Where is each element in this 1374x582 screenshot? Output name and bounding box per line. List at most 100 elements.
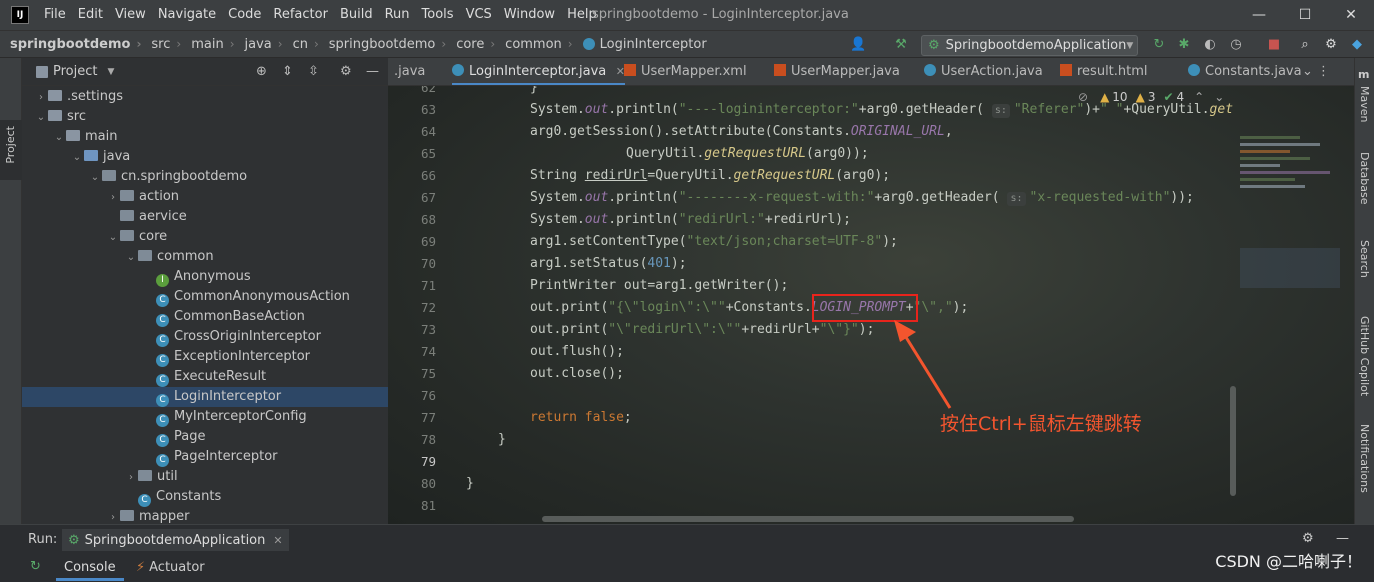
profile-icon[interactable]: ◷: [1228, 37, 1244, 53]
close-icon[interactable]: ✕: [273, 534, 282, 547]
chevron-down-icon[interactable]: ⌄: [1214, 90, 1224, 104]
editor-tab-result-html[interactable]: result.html: [1060, 58, 1148, 85]
chevron-down-icon[interactable]: ⌄: [124, 248, 138, 268]
tree-item-util[interactable]: › util: [22, 467, 388, 487]
tree-item-commonbaseaction[interactable]: C CommonBaseAction: [22, 307, 388, 327]
tree-item-executeresult[interactable]: C ExecuteResult: [22, 367, 388, 387]
build-hammer-icon[interactable]: ⚒: [893, 37, 909, 53]
maven-tool-button[interactable]: Maven: [1358, 86, 1371, 122]
coverage-icon[interactable]: ◐: [1202, 37, 1218, 53]
database-tool-button[interactable]: Database: [1358, 152, 1371, 205]
collapse-all-icon[interactable]: ⇳: [308, 64, 319, 79]
tree-item-anonymous[interactable]: I Anonymous: [22, 267, 388, 287]
user-icon[interactable]: 👤: [850, 37, 866, 53]
reader-mode-icon[interactable]: ⊘: [1078, 90, 1088, 104]
tree-item-logininterceptor[interactable]: C LoginInterceptor: [22, 387, 388, 407]
search-icon[interactable]: ⌕: [1297, 37, 1313, 53]
rerun-icon[interactable]: ↻: [1151, 37, 1167, 53]
console-tab[interactable]: Console: [56, 555, 124, 581]
search-tool-button[interactable]: Search: [1358, 240, 1371, 278]
chevron-right-icon[interactable]: ›: [106, 508, 120, 524]
tree-item-action[interactable]: › action: [22, 187, 388, 207]
inspection-widget[interactable]: ⊘ ▲ 10 ▲ 3 ✔ 4 ⌃ ⌄: [1078, 90, 1224, 104]
tree-item-crossorigininterceptor[interactable]: C CrossOriginInterceptor: [22, 327, 388, 347]
settings-gear-icon[interactable]: ⚙: [1302, 531, 1314, 546]
chevron-down-icon[interactable]: ⌄: [70, 148, 84, 168]
tree-item-commonanonymousaction[interactable]: C CommonAnonymousAction: [22, 287, 388, 307]
tree-item-core[interactable]: ⌄ core: [22, 227, 388, 247]
chevron-right-icon[interactable]: ›: [106, 188, 120, 208]
breadcrumb-item[interactable]: cn ›: [283, 37, 319, 52]
chevron-right-icon[interactable]: ›: [34, 88, 48, 108]
horizontal-scrollbar[interactable]: [542, 516, 1074, 522]
editor-tab-usermapper-java[interactable]: UserMapper.java: [774, 58, 900, 85]
menu-view[interactable]: View: [109, 0, 152, 30]
expand-all-icon[interactable]: ⇕: [282, 64, 293, 79]
menu-code[interactable]: Code: [222, 0, 267, 30]
settings-gear-icon[interactable]: ⚙: [340, 64, 352, 79]
tree-item-pageinterceptor[interactable]: C PageInterceptor: [22, 447, 388, 467]
tree-item-settings[interactable]: › .settings: [22, 87, 388, 107]
menu-file[interactable]: File: [38, 0, 72, 30]
chevron-down-icon[interactable]: ▼: [107, 67, 114, 77]
github-copilot-tool-button[interactable]: GitHub Copilot: [1358, 316, 1371, 396]
menu-vcs[interactable]: VCS: [460, 0, 498, 30]
menu-refactor[interactable]: Refactor: [267, 0, 334, 30]
chevron-down-icon[interactable]: ⌄: [34, 108, 48, 128]
rerun-icon[interactable]: ↻: [30, 559, 41, 574]
notifications-tool-button[interactable]: Notifications: [1358, 424, 1371, 493]
close-button[interactable]: ✕: [1328, 0, 1374, 30]
maximize-button[interactable]: ☐: [1282, 0, 1328, 30]
editor-tab-constants-java[interactable]: Constants.java: [1188, 58, 1302, 85]
editor-tab-useraction-java[interactable]: UserAction.java: [924, 58, 1043, 85]
chevron-down-icon[interactable]: ⌄: [106, 228, 120, 248]
editor-tab-logininterceptor-java[interactable]: LoginInterceptor.java ✕: [452, 58, 625, 85]
menu-navigate[interactable]: Navigate: [152, 0, 222, 30]
stop-icon[interactable]: ■: [1266, 37, 1282, 53]
tree-item-common[interactable]: ⌄ common: [22, 247, 388, 267]
tree-item-main[interactable]: ⌄ main: [22, 127, 388, 147]
run-configuration-select[interactable]: ⚙ SpringbootdemoApplication ▼: [921, 35, 1138, 56]
menu-tools[interactable]: Tools: [416, 0, 460, 30]
tree-item-src[interactable]: ⌄ src: [22, 107, 388, 127]
tab-overflow-icon[interactable]: ⌄ ⋮: [1302, 58, 1330, 85]
locate-target-icon[interactable]: ⊕: [256, 64, 267, 79]
chevron-down-icon[interactable]: ⌄: [52, 128, 66, 148]
hide-panel-icon[interactable]: —: [366, 64, 379, 79]
project-panel-title[interactable]: Project: [53, 64, 97, 79]
breadcrumb-item[interactable]: main ›: [181, 37, 234, 52]
menu-edit[interactable]: Edit: [72, 0, 109, 30]
breadcrumb-item[interactable]: common ›: [495, 37, 572, 52]
tree-item-myinterceptorconfig[interactable]: C MyInterceptorConfig: [22, 407, 388, 427]
tree-item-exceptioninterceptor[interactable]: C ExceptionInterceptor: [22, 347, 388, 367]
project-tool-button[interactable]: Project: [0, 120, 22, 180]
breadcrumb-item[interactable]: springbootdemo ›: [319, 37, 446, 52]
menu-run[interactable]: Run: [379, 0, 416, 30]
breadcrumb-item[interactable]: springbootdemo ›: [0, 37, 141, 52]
chevron-up-icon[interactable]: ⌃: [1194, 90, 1204, 104]
jetbrains-toolbox-icon[interactable]: ◆: [1349, 37, 1365, 53]
tree-item-constants[interactable]: C Constants: [22, 487, 388, 507]
breadcrumb-item[interactable]: LoginInterceptor: [573, 37, 707, 52]
breadcrumb-item[interactable]: java ›: [235, 37, 283, 52]
menu-build[interactable]: Build: [334, 0, 379, 30]
settings-gear-icon[interactable]: ⚙: [1323, 37, 1339, 53]
minimize-button[interactable]: —: [1236, 0, 1282, 30]
editor-tab-java[interactable]: .java: [394, 58, 425, 85]
chevron-down-icon[interactable]: ⌄: [88, 168, 102, 188]
hide-panel-icon[interactable]: —: [1336, 531, 1349, 546]
run-config-tab[interactable]: ⚙ SpringbootdemoApplication ✕: [62, 529, 289, 551]
tree-item-page[interactable]: C Page: [22, 427, 388, 447]
chevron-right-icon[interactable]: ›: [124, 468, 138, 488]
breadcrumb-item[interactable]: src ›: [141, 37, 181, 52]
tree-item-mapper[interactable]: › mapper: [22, 507, 388, 524]
tree-item-aervice[interactable]: aervice: [22, 207, 388, 227]
breadcrumb-item[interactable]: core ›: [446, 37, 495, 52]
menu-window[interactable]: Window: [498, 0, 561, 30]
actuator-tab[interactable]: ⚡ Actuator: [128, 555, 213, 581]
editor-tab-usermapper-xml[interactable]: UserMapper.xml: [624, 58, 747, 85]
vertical-scrollbar[interactable]: [1230, 386, 1236, 496]
debug-icon[interactable]: ✱: [1176, 37, 1192, 53]
tree-item-java[interactable]: ⌄ java: [22, 147, 388, 167]
code-editor[interactable]: 62 63 64 65 66 67 68 69 70 71 72 73 74 75 76 77 78 79 80 81…: [388, 86, 1354, 524]
